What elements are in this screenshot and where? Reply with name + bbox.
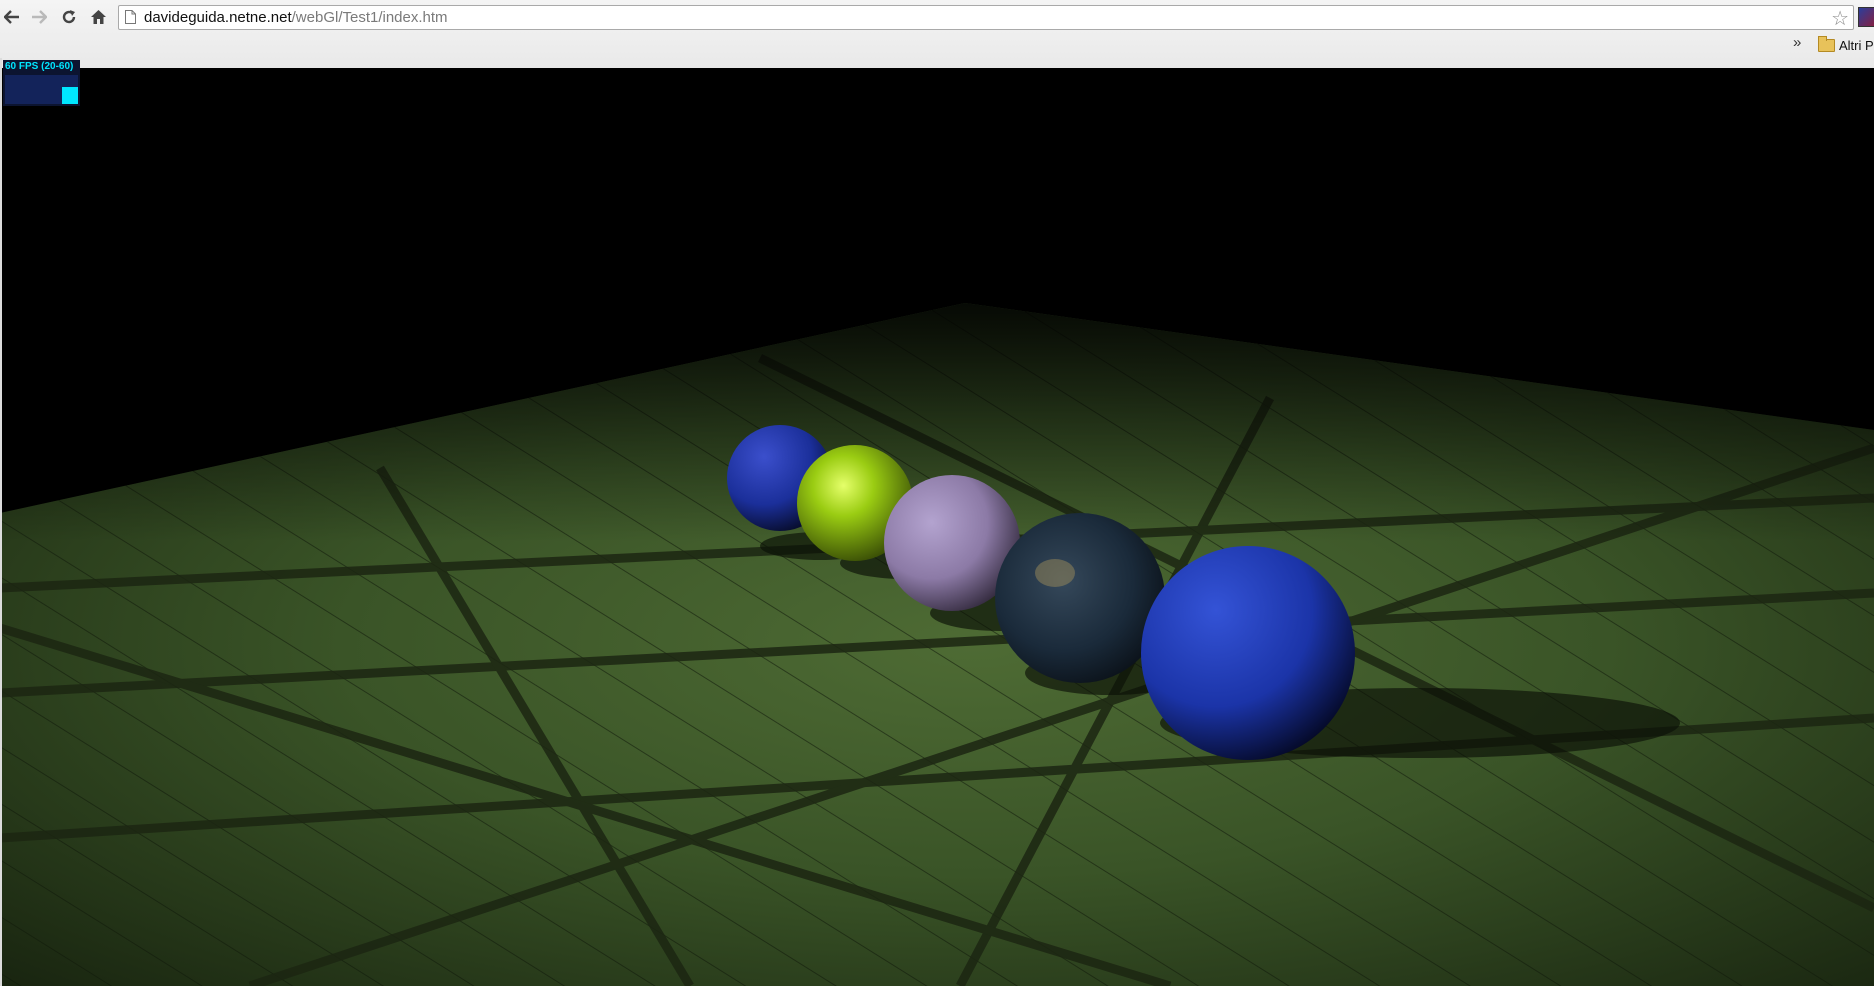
bookmark-star-icon[interactable]: ☆ — [1831, 6, 1849, 31]
fps-graph — [5, 75, 78, 104]
browser-toolbar: davideguida.netne.net/webGl/Test1/index.… — [0, 0, 1874, 69]
floor-shading — [0, 303, 1874, 986]
bookmark-folder-label: Altri Pr — [1839, 38, 1874, 53]
fps-label: 60 FPS (20-60) — [5, 61, 74, 72]
url-text: davideguida.netne.net/webGl/Test1/index.… — [144, 9, 448, 26]
bookmarks-bar: » Altri Pr — [0, 34, 1874, 60]
url-path: /webGl/Test1/index.htm — [291, 9, 448, 26]
page-left-border — [0, 58, 2, 986]
bookmark-folder-other[interactable]: Altri Pr — [1818, 36, 1874, 53]
forward-arrow-icon[interactable] — [27, 6, 51, 28]
back-arrow-icon[interactable] — [0, 6, 24, 28]
sphere-blue-near — [1141, 546, 1355, 760]
webgl-canvas[interactable] — [0, 68, 1874, 986]
sphere-dark — [995, 513, 1165, 683]
bookmarks-overflow-chevron[interactable]: » — [1793, 34, 1801, 51]
folder-icon — [1818, 36, 1835, 52]
url-host: davideguida.netne.net — [144, 9, 292, 26]
fps-graph-bar — [62, 87, 78, 104]
sphere-reflection — [1035, 559, 1075, 587]
address-bar[interactable]: davideguida.netne.net/webGl/Test1/index.… — [118, 5, 1854, 30]
scene-render — [0, 303, 1874, 986]
page-icon — [125, 10, 136, 24]
extension-icon[interactable] — [1858, 7, 1874, 27]
reload-icon[interactable] — [57, 6, 81, 28]
home-icon[interactable] — [86, 6, 110, 28]
fps-stats-panel[interactable]: 60 FPS (20-60) — [3, 60, 80, 106]
